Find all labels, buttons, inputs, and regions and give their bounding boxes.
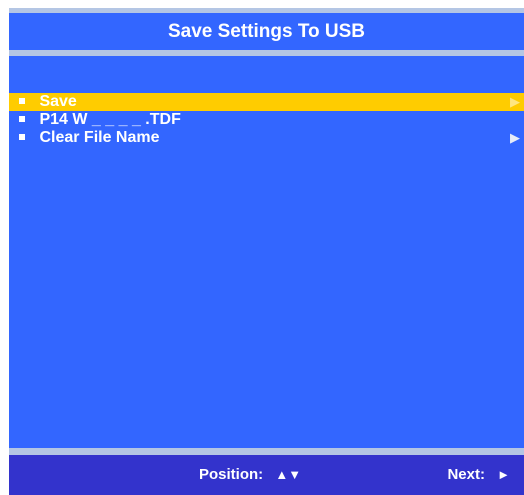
title-divider <box>9 50 524 56</box>
menu-item-save[interactable]: Save ▶ <box>9 93 524 111</box>
menu-item-label: P14 W _ _ _ _ .TDF <box>39 111 181 128</box>
position-label: Position: <box>199 466 264 483</box>
position-hint: Position: ▲▼ <box>199 455 301 495</box>
square-bullet-icon <box>19 98 25 104</box>
right-triangle-icon: ▶ <box>510 130 520 145</box>
settings-menu: Save ▶ P14 W _ _ _ _ .TDF Clear File Nam… <box>9 93 524 147</box>
menu-item-clear-file-name[interactable]: Clear File Name ▶ <box>9 129 524 147</box>
menu-item-file-name[interactable]: P14 W _ _ _ _ .TDF <box>9 111 524 129</box>
right-triangle-icon: ▶ <box>510 94 520 109</box>
right-arrow-icon: ► <box>497 467 510 482</box>
up-down-arrows-icon: ▲▼ <box>275 467 302 482</box>
square-bullet-icon <box>19 116 25 122</box>
next-label: Next: <box>447 466 485 483</box>
osd-screen: Save Settings To USB Save ▶ P14 W _ _ _ … <box>9 8 524 495</box>
menu-item-label: Clear File Name <box>39 129 160 146</box>
menu-item-label: Save <box>39 93 77 110</box>
footer-hint-bar: Position: ▲▼ Next: ► <box>9 455 524 495</box>
next-hint: Next: ► <box>447 455 510 495</box>
bottom-divider <box>9 448 524 455</box>
page-title: Save Settings To USB <box>9 13 524 50</box>
square-bullet-icon <box>19 134 25 140</box>
